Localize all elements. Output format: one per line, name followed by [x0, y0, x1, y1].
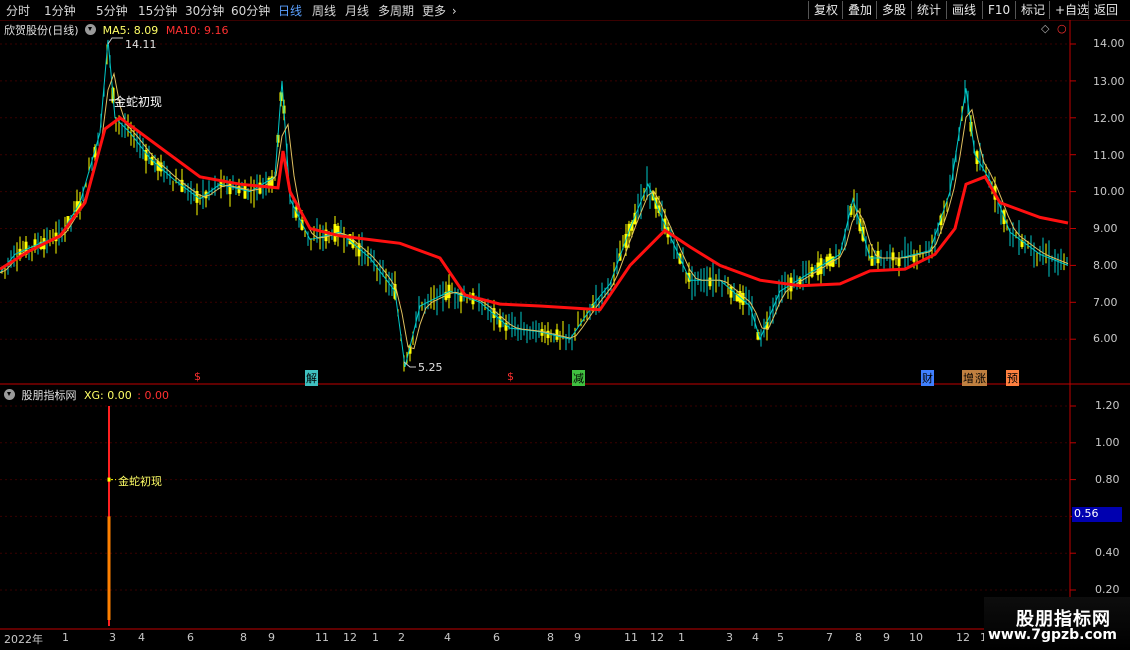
second-value-label: : 0.00	[137, 389, 169, 402]
sub-legend: 股朋指标网 XG: 0.00 : 0.00	[4, 387, 169, 403]
x-tick: 7	[826, 631, 833, 644]
signal-label: 金蛇初现	[114, 95, 163, 109]
candle-body	[891, 252, 895, 261]
ma5-line	[0, 71, 1069, 350]
candle-body	[897, 257, 901, 267]
event-marker-financial[interactable]: 财	[921, 370, 934, 386]
x-tick: 10	[909, 631, 923, 644]
y-tick: 13.00	[1093, 75, 1125, 88]
candle-body	[243, 185, 247, 199]
watermark-url: www.7gpzb.com	[988, 627, 1118, 643]
x-tick: 3	[726, 631, 733, 644]
high-price-marker: 14.11	[125, 38, 157, 51]
x-tick: 12	[343, 631, 357, 644]
x-tick: 12	[650, 631, 664, 644]
x-tick: 4	[444, 631, 451, 644]
event-marker-rise[interactable]: 涨	[974, 370, 987, 386]
indicator-title[interactable]: 股朋指标网	[22, 389, 77, 402]
indicator-bars	[107, 37, 416, 626]
event-marker-forecast[interactable]: 预	[1006, 370, 1019, 386]
xg-label: XG: 0.00	[84, 389, 132, 402]
dropdown-icon[interactable]	[4, 389, 15, 400]
x-tick: 2	[398, 631, 405, 644]
candle-body	[870, 255, 874, 266]
y-tick: 12.00	[1093, 112, 1125, 125]
ma10-label: MA10: 9.16	[165, 24, 229, 37]
x-tick: 11	[624, 631, 638, 644]
x-tick: 9	[883, 631, 890, 644]
stock-title[interactable]: 欣贺股份(日线)	[4, 24, 79, 37]
y-tick: 0.20	[1095, 583, 1120, 596]
event-marker-dividend[interactable]: $	[507, 370, 514, 383]
watermark: 股朋指标网 www.7gpzb.com	[984, 597, 1130, 650]
x-tick: 5	[777, 631, 784, 644]
ma10-line	[0, 115, 1069, 312]
event-marker-reduce[interactable]: 减	[572, 370, 585, 386]
x-tick: 3	[109, 631, 116, 644]
y-tick: 10.00	[1093, 185, 1125, 198]
y-tick: 1.20	[1095, 399, 1120, 412]
price-path	[0, 39, 1069, 368]
x-tick: 11	[315, 631, 329, 644]
x-tick: 8	[855, 631, 862, 644]
x-tick: 2022年	[4, 633, 43, 646]
chart-axes	[0, 20, 1130, 630]
x-tick: 1	[678, 631, 685, 644]
x-tick: 4	[138, 631, 145, 644]
cursor-value-badge: 0.56	[1072, 507, 1122, 522]
x-tick: 1	[62, 631, 69, 644]
x-tick: 8	[547, 631, 554, 644]
candle-body	[708, 277, 712, 287]
x-tick: 9	[268, 631, 275, 644]
event-marker-unlock[interactable]: 解	[305, 370, 318, 386]
candle-body	[729, 286, 733, 298]
x-tick: 8	[240, 631, 247, 644]
x-tick: 1	[372, 631, 379, 644]
sub-signal-label: 金蛇初现	[118, 475, 162, 488]
y-tick: 11.00	[1093, 149, 1125, 162]
x-tick: 12	[956, 631, 970, 644]
ma5-label: MA5: 8.09	[102, 24, 159, 37]
diamond-icon[interactable]: ◇	[1041, 22, 1049, 35]
x-tick: 6	[493, 631, 500, 644]
event-marker-dividend[interactable]: $	[194, 370, 201, 383]
x-tick: 6	[187, 631, 194, 644]
signal-dot	[107, 477, 111, 482]
y-tick: 0.40	[1095, 546, 1120, 559]
y-tick: 1.00	[1095, 436, 1120, 449]
x-tick: 9	[574, 631, 581, 644]
y-tick: 6.00	[1093, 332, 1118, 345]
y-tick: 0.80	[1095, 473, 1120, 486]
x-tick: 4	[752, 631, 759, 644]
y-tick: 9.00	[1093, 222, 1118, 235]
y-tick: 8.00	[1093, 259, 1118, 272]
dropdown-icon[interactable]	[85, 24, 97, 35]
kline-chart[interactable]	[0, 0, 1130, 650]
candle-body	[498, 316, 502, 328]
main-legend: 欣贺股份(日线) MA5: 8.09 MA10: 9.16	[4, 22, 229, 38]
y-tick: 14.00	[1093, 37, 1125, 50]
low-price-marker: 5.25	[418, 361, 443, 374]
y-tick: 7.00	[1093, 296, 1118, 309]
high-pointer	[107, 37, 123, 45]
circle-icon[interactable]: ○	[1057, 22, 1067, 35]
chart-grid	[0, 43, 1070, 591]
signal-bar-fill	[107, 516, 111, 620]
